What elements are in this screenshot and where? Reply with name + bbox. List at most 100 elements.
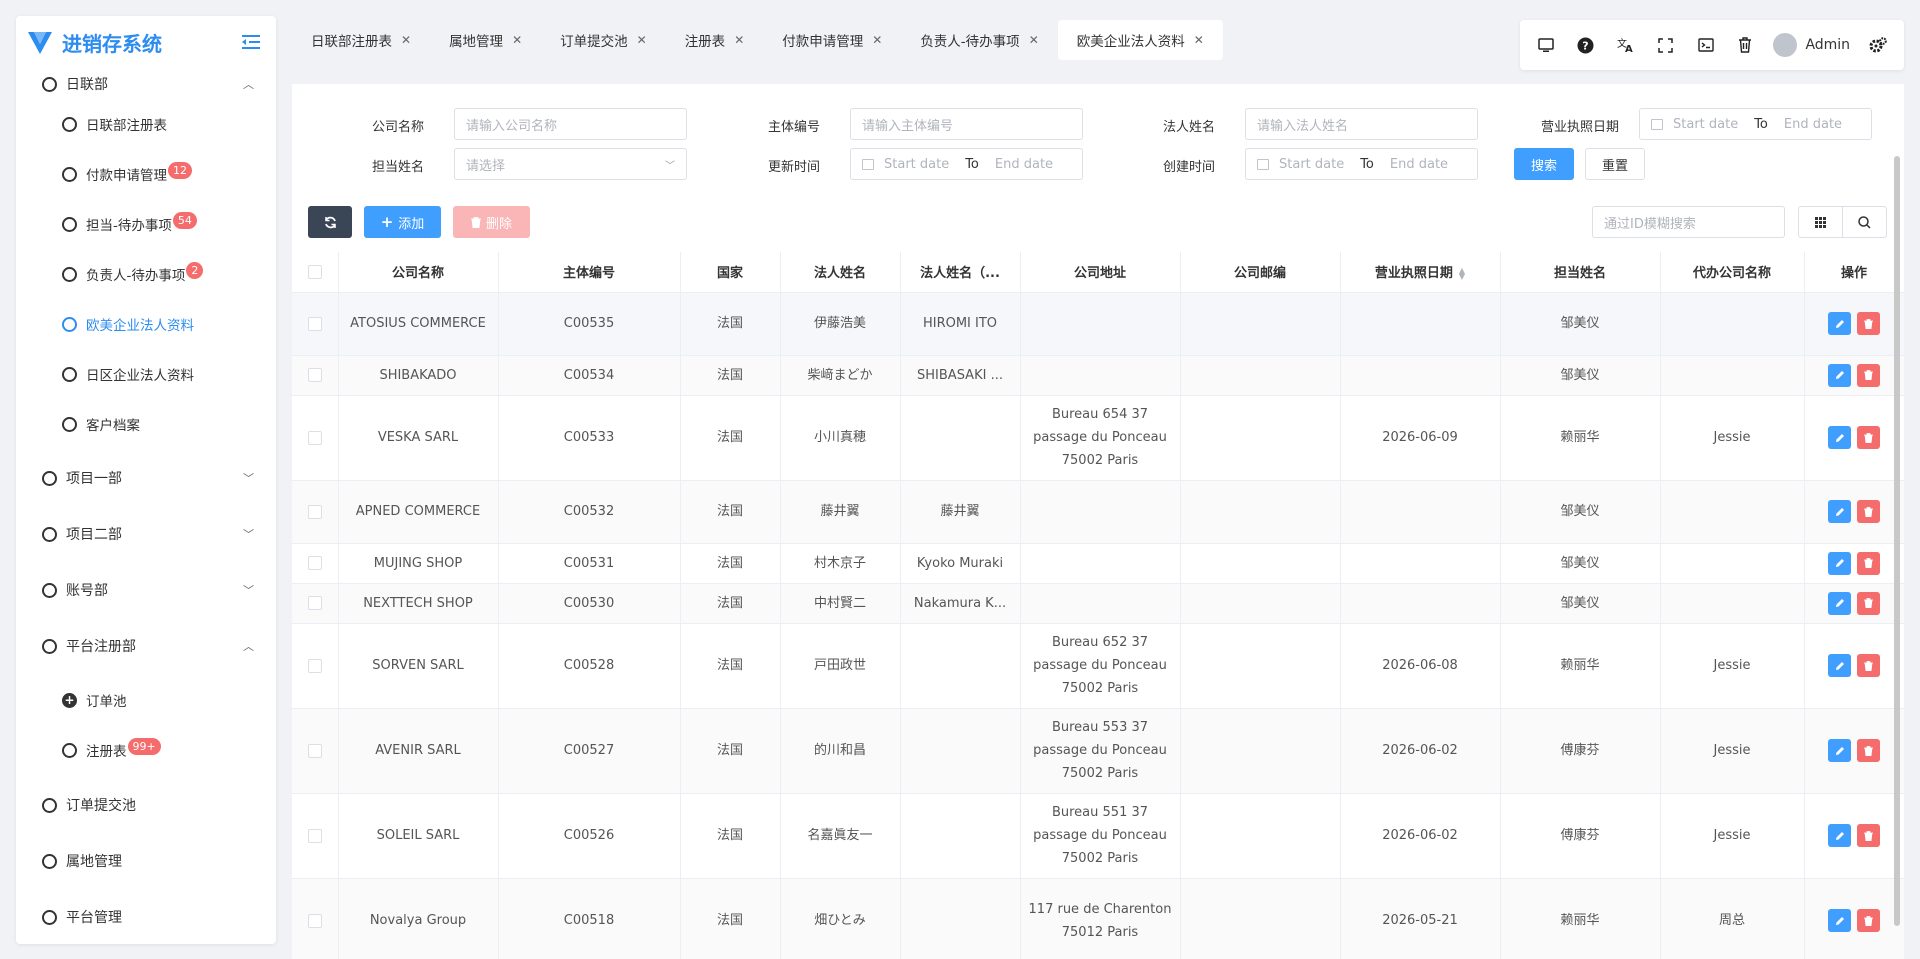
id-search-input[interactable]: 通过ID模糊搜索 <box>1592 206 1785 238</box>
cell-legal-name-roman: Kyoko Muraki <box>900 543 1021 584</box>
edit-button[interactable] <box>1828 426 1851 449</box>
sidebar-item[interactable]: 项目二部 ﹀ <box>16 514 276 554</box>
table-row[interactable]: SOLEIL SARL C00526 法国 名嘉眞友一 Bureau 551 37 pa… <box>292 793 1904 879</box>
row-checkbox[interactable] <box>307 556 322 570</box>
page-tab[interactable]: 欧美企业法人资料 ✕ <box>1057 20 1223 60</box>
trash-icon[interactable] <box>1734 33 1758 57</box>
sidebar-item[interactable]: 日联部注册表 <box>16 104 276 144</box>
table-row[interactable]: NEXTTECH SHOP C00530 法国 中村賢二 Nakamura K... 邹美… <box>292 583 1904 624</box>
row-checkbox[interactable] <box>307 743 322 758</box>
page-tab[interactable]: 负责人-待办事项 ✕ <box>901 20 1057 60</box>
close-icon[interactable]: ✕ <box>734 33 744 47</box>
sidebar-item[interactable]: 日区企业法人资料 <box>16 354 276 394</box>
entity-no-input[interactable]: 请输入主体编号 <box>850 108 1083 140</box>
terminal-icon[interactable] <box>1694 33 1718 57</box>
delete-row-button[interactable] <box>1857 654 1880 677</box>
page-tab[interactable]: 属地管理 ✕ <box>430 20 541 60</box>
edit-button[interactable] <box>1828 739 1851 762</box>
delete-row-button[interactable] <box>1857 500 1880 523</box>
help-icon[interactable]: ? <box>1574 33 1598 57</box>
sidebar-item[interactable]: 负责人-待办事项 2 <box>16 254 276 294</box>
row-checkbox[interactable] <box>307 658 322 673</box>
delete-row-button[interactable] <box>1857 824 1880 847</box>
close-icon[interactable]: ✕ <box>401 33 411 47</box>
table-row[interactable]: VESKA SARL C00533 法国 小川真穂 Bureau 654 37 pass… <box>292 395 1904 481</box>
company-name-input[interactable]: 请输入公司名称 <box>454 108 687 140</box>
edit-button[interactable] <box>1828 551 1851 575</box>
edit-button[interactable] <box>1828 312 1851 335</box>
sidebar-item[interactable]: 担当-待办事项 54 <box>16 204 276 244</box>
translate-icon[interactable]: 文A <box>1614 33 1638 57</box>
table-row[interactable]: Novalya Group C00518 法国 畑ひとみ 117 rue de Char… <box>292 878 1904 959</box>
delete-row-button[interactable] <box>1857 312 1880 335</box>
settings-icon[interactable] <box>1866 33 1890 57</box>
delete-row-button[interactable] <box>1857 363 1880 387</box>
edit-button[interactable] <box>1828 591 1851 615</box>
sort-icon[interactable]: ▲ ▼ <box>1459 266 1465 280</box>
close-icon[interactable]: ✕ <box>637 33 647 47</box>
column-grid-button[interactable] <box>1798 206 1843 238</box>
table-row[interactable]: SORVEN SARL C00528 法国 戸田政世 Bureau 652 37 pas… <box>292 623 1904 709</box>
monitor-icon[interactable] <box>1534 33 1558 57</box>
license-date-range[interactable]: Start date To End date <box>1639 108 1872 140</box>
close-icon[interactable]: ✕ <box>872 33 882 47</box>
edit-button[interactable] <box>1828 824 1851 847</box>
delete-row-button[interactable] <box>1857 426 1880 449</box>
table-row[interactable]: APNED COMMERCE C00532 法国 藤井翼 藤井翼 邹美仪 <box>292 480 1904 544</box>
row-checkbox[interactable] <box>307 596 322 610</box>
edit-button[interactable] <box>1828 500 1851 523</box>
legal-name-input[interactable]: 请输入法人姓名 <box>1245 108 1478 140</box>
delete-row-button[interactable] <box>1857 591 1880 615</box>
row-checkbox[interactable] <box>307 828 322 843</box>
sidebar-item[interactable]: 付款申请管理 12 <box>16 154 276 194</box>
sidebar-item[interactable]: 账号部 ﹀ <box>16 570 276 610</box>
user-menu[interactable]: Admin <box>1773 33 1850 57</box>
sidebar-item[interactable]: 日联部 ︿ <box>16 64 276 104</box>
sidebar-item[interactable]: 注册表 99+ <box>16 730 276 770</box>
owner-select[interactable]: 请选择 ﹀ <box>454 148 687 180</box>
row-checkbox[interactable] <box>307 430 322 445</box>
refresh-button[interactable] <box>308 206 352 238</box>
edit-button[interactable] <box>1828 909 1851 932</box>
create-time-range[interactable]: Start date To End date <box>1245 148 1478 180</box>
add-button[interactable]: + 添加 <box>364 206 441 238</box>
sidebar-item[interactable]: 平台注册部 ︿ <box>16 626 276 666</box>
table-row[interactable]: SHIBAKADO C00534 法国 柴﨑まどか SHIBASAKI ... 邹美仪 <box>292 355 1904 396</box>
edit-button[interactable] <box>1828 363 1851 387</box>
table-row[interactable]: ATOSIUS COMMERCE C00535 法国 伊藤浩美 HIROMI ITO 邹美… <box>292 292 1904 356</box>
row-checkbox[interactable] <box>307 504 322 519</box>
edit-button[interactable] <box>1828 654 1851 677</box>
sidebar-item[interactable]: 客户档案 <box>16 404 276 444</box>
menu-collapse-icon[interactable] <box>240 31 262 53</box>
table-row[interactable]: MUJING SHOP C00531 法国 村木京子 Kyoko Muraki 邹美仪 <box>292 543 1904 584</box>
row-checkbox[interactable] <box>307 368 322 382</box>
table-row[interactable]: AVENIR SARL C00527 法国 的川和昌 Bureau 553 37 pas… <box>292 708 1904 794</box>
page-tab[interactable]: 注册表 ✕ <box>666 20 764 60</box>
page-tab[interactable]: 订单提交池 ✕ <box>541 20 666 60</box>
fullscreen-icon[interactable] <box>1654 33 1678 57</box>
page-tab[interactable]: 日联部注册表 ✕ <box>292 20 430 60</box>
sidebar-item[interactable]: 平台管理 <box>16 897 276 937</box>
sidebar-item[interactable]: 项目一部 ﹀ <box>16 458 276 498</box>
sidebar-item[interactable]: + 订单池 <box>16 680 276 720</box>
close-icon[interactable]: ✕ <box>1194 33 1204 47</box>
close-icon[interactable]: ✕ <box>512 33 522 47</box>
row-checkbox[interactable] <box>307 913 322 928</box>
sidebar-item[interactable]: 属地管理 <box>16 841 276 881</box>
vertical-scrollbar[interactable] <box>1894 156 1900 926</box>
delete-row-button[interactable] <box>1857 909 1880 932</box>
search-toggle-button[interactable] <box>1842 206 1887 238</box>
select-all-checkbox[interactable] <box>307 264 322 279</box>
sidebar-item[interactable]: 订单提交池 <box>16 785 276 825</box>
delete-button[interactable]: 删除 <box>453 206 530 238</box>
update-time-range[interactable]: Start date To End date <box>850 148 1083 180</box>
delete-row-button[interactable] <box>1857 739 1880 762</box>
reset-button[interactable]: 重置 <box>1585 148 1645 180</box>
col-license-date[interactable]: 营业执照日期 ▲ ▼ <box>1340 252 1501 293</box>
page-tab[interactable]: 付款申请管理 ✕ <box>763 20 901 60</box>
search-button[interactable]: 搜索 <box>1514 148 1574 180</box>
delete-row-button[interactable] <box>1857 551 1880 575</box>
close-icon[interactable]: ✕ <box>1029 33 1039 47</box>
row-checkbox[interactable] <box>307 316 322 331</box>
sidebar-item[interactable]: 欧美企业法人资料 <box>16 304 276 344</box>
